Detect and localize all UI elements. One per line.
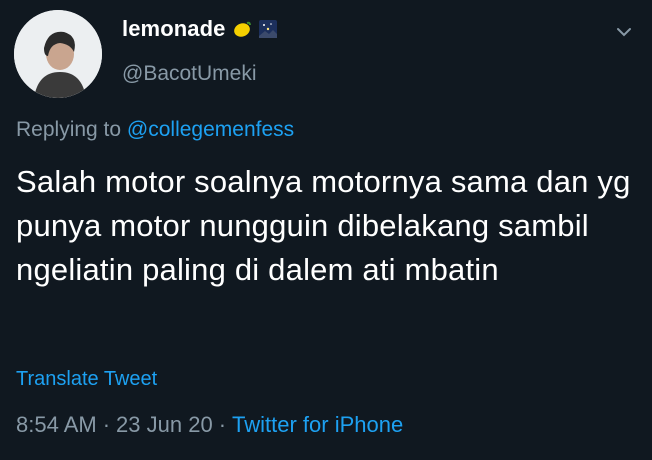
- meta-separator: ·: [102, 412, 111, 437]
- translate-tweet-link[interactable]: Translate Tweet: [16, 368, 157, 391]
- tweet-card: lemonade @BacotUmeki Replying to @colleg…: [0, 0, 652, 460]
- chevron-down-icon[interactable]: [614, 22, 634, 42]
- user-handle[interactable]: @BacotUmeki: [122, 62, 257, 86]
- display-name[interactable]: lemonade: [122, 16, 226, 42]
- lemon-icon: [232, 19, 252, 39]
- tweet-time[interactable]: 8:54 AM: [16, 412, 97, 438]
- replying-to: Replying to @collegemenfess: [16, 118, 294, 142]
- tweet-text: Salah motor soalnya motornya sama dan yg…: [16, 164, 631, 287]
- reply-mention-link[interactable]: @collegemenfess: [127, 118, 294, 141]
- replying-to-label: Replying to: [16, 118, 127, 141]
- display-name-row: lemonade: [122, 16, 278, 42]
- tweet-date[interactable]: 23 Jun 20: [116, 412, 213, 438]
- meta-separator: ·: [218, 412, 227, 437]
- night-sky-icon: [258, 19, 278, 39]
- avatar-image: [14, 10, 102, 98]
- avatar[interactable]: [14, 10, 102, 98]
- tweet-source-link[interactable]: Twitter for iPhone: [232, 412, 403, 438]
- tweet-meta: 8:54 AM · 23 Jun 20 · Twitter for iPhone: [16, 412, 403, 438]
